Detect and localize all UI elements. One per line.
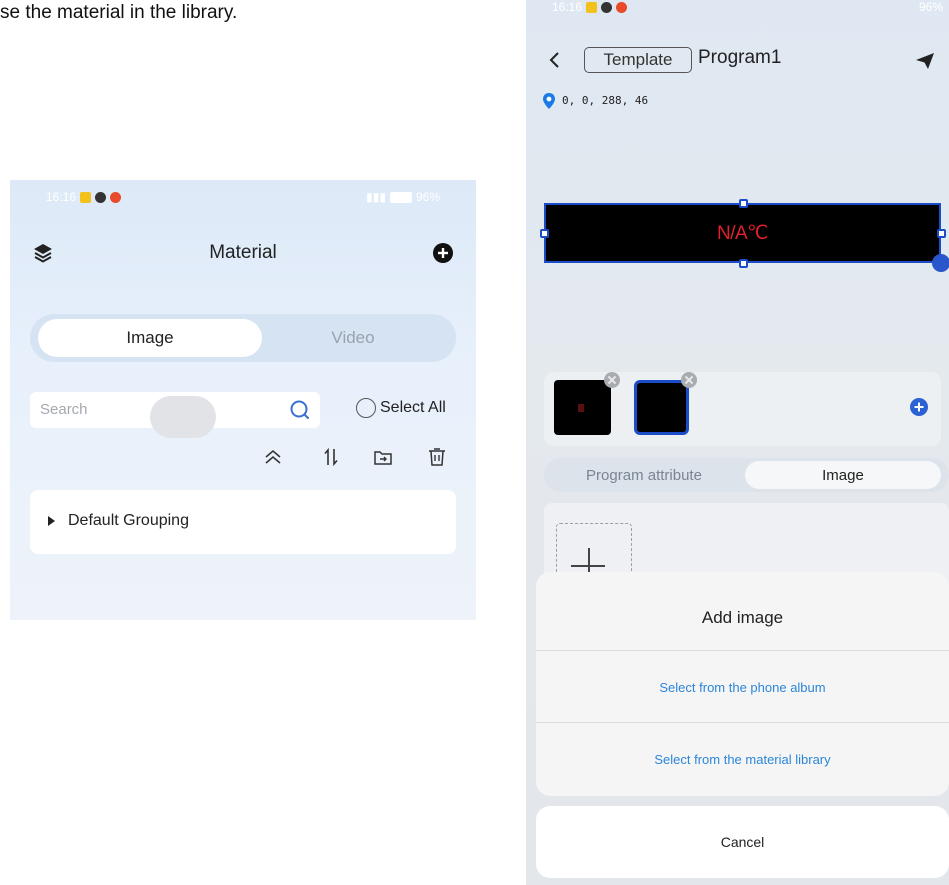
status-time: 16:16	[46, 190, 77, 204]
resize-handle-right[interactable]	[937, 229, 946, 238]
status-bar-right: ▮▮▮ 96%	[366, 190, 440, 204]
notification-icon	[586, 1, 598, 13]
select-all-label: Select All	[380, 399, 446, 416]
tab-video[interactable]: Video	[258, 319, 448, 357]
status-bar-left: 16:16	[552, 0, 628, 14]
signal-icon: ▮▮▮	[366, 190, 386, 204]
resize-handle-bottom[interactable]	[739, 259, 748, 268]
divider	[536, 722, 949, 723]
status-bar-left: 16:16	[46, 190, 122, 204]
select-phone-album-option[interactable]: Select from the phone album	[536, 680, 949, 695]
notification-icon	[616, 1, 628, 13]
delete-icon[interactable]	[426, 446, 448, 468]
search-icon[interactable]	[288, 398, 312, 422]
page-title: Material	[209, 242, 277, 263]
remove-thumbnail-icon[interactable]	[604, 372, 620, 388]
battery-level: 96%	[415, 190, 440, 204]
back-chevron-icon[interactable]	[548, 50, 562, 70]
instruction-caption: se the material in the library.	[0, 2, 238, 23]
media-type-tabs: Image Video	[30, 314, 456, 362]
divider	[536, 650, 949, 651]
status-bar-right: 96%	[919, 0, 943, 14]
rotate-handle-icon[interactable]	[932, 254, 949, 272]
battery-level: 96%	[918, 0, 943, 14]
sort-icon[interactable]	[320, 446, 342, 468]
select-material-library-option[interactable]: Select from the material library	[536, 752, 949, 767]
move-to-folder-icon[interactable]	[372, 446, 394, 468]
thumbnail-text-element[interactable]	[554, 380, 611, 435]
send-icon[interactable]	[915, 52, 935, 70]
thumbnail-mark	[578, 404, 584, 412]
tab-image[interactable]: Image	[745, 461, 941, 489]
program-name: Program1	[698, 47, 782, 68]
select-all-toggle[interactable]: Select All	[356, 398, 446, 418]
add-circle-icon[interactable]	[432, 242, 454, 264]
group-label: Default Grouping	[68, 512, 189, 529]
notification-icon	[110, 191, 122, 203]
notification-icon	[601, 1, 613, 13]
cancel-button[interactable]: Cancel	[536, 806, 949, 878]
resize-handle-top[interactable]	[739, 199, 748, 208]
resize-handle-left[interactable]	[540, 229, 549, 238]
element-thumbnails	[544, 372, 941, 446]
collapse-all-icon[interactable]	[262, 446, 284, 468]
position-readout: 0, 0, 288, 46	[562, 94, 649, 107]
led-preview-element[interactable]: N/A℃	[544, 203, 941, 263]
group-item-default[interactable]: Default Grouping	[30, 490, 456, 554]
led-preview-text: N/A℃	[716, 222, 769, 244]
notification-icon	[95, 191, 107, 203]
program-editor-screen: 16:16 96% Template Program1 0, 0, 288, 4…	[526, 0, 949, 885]
battery-icon	[389, 191, 412, 203]
notification-icon	[80, 191, 92, 203]
thumbnail-image-element[interactable]	[634, 380, 689, 435]
touch-indicator	[150, 396, 216, 438]
status-time: 16:16	[552, 0, 583, 14]
material-screen: 16:16 ▮▮▮ 96% Material Image Video Searc…	[10, 180, 476, 620]
editor-tabs: Program attribute Image	[544, 458, 949, 492]
search-input[interactable]: Search	[30, 392, 320, 438]
location-pin-icon	[543, 93, 555, 109]
tab-image[interactable]: Image	[38, 319, 262, 357]
select-all-radio[interactable]	[356, 398, 376, 418]
sheet-title: Add image	[701, 608, 784, 627]
expand-triangle-icon[interactable]	[48, 516, 55, 526]
add-image-sheet: Add image Select from the phone album Se…	[536, 572, 949, 796]
tab-program-attribute[interactable]: Program attribute	[544, 458, 744, 492]
add-element-icon[interactable]	[909, 397, 929, 417]
remove-thumbnail-icon[interactable]	[681, 372, 697, 388]
template-button[interactable]: Template	[584, 47, 692, 73]
search-placeholder: Search	[40, 401, 88, 418]
